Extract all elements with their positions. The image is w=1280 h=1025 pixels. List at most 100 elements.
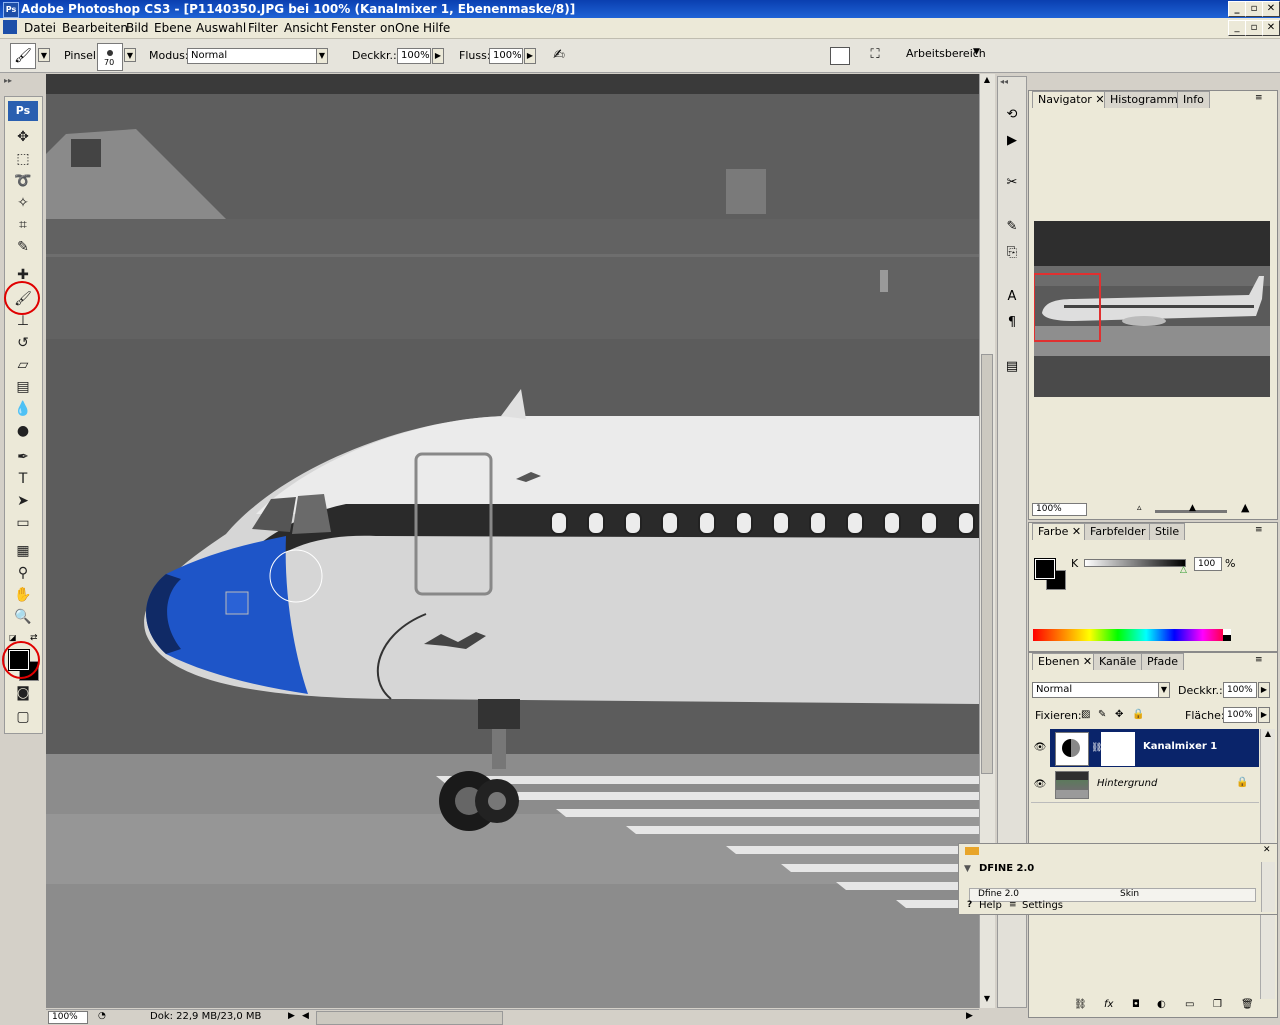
- magic-wand-tool-icon[interactable]: ✧: [11, 193, 35, 213]
- layer-opacity-input[interactable]: 100%: [1223, 682, 1257, 698]
- k-value-input[interactable]: 100: [1194, 557, 1222, 571]
- lock-transparency-icon[interactable]: ▨: [1081, 709, 1090, 720]
- horizontal-scroll-thumb[interactable]: [316, 1011, 503, 1025]
- airbrush-icon[interactable]: ✍: [548, 45, 570, 65]
- bridge-icon[interactable]: ⛶: [864, 45, 886, 65]
- link-layers-icon[interactable]: ⛓: [1074, 999, 1087, 1010]
- delete-layer-icon[interactable]: 🗑: [1241, 999, 1254, 1010]
- menu-bearbeiten[interactable]: Bearbeiten: [62, 21, 128, 35]
- pen-tool-icon[interactable]: ✒: [11, 447, 35, 467]
- color-foreground-swatch[interactable]: [1034, 558, 1056, 580]
- layers-scroll-up-icon[interactable]: ▲: [1261, 729, 1275, 738]
- tab-stile[interactable]: Stile: [1149, 523, 1186, 540]
- dfine-panel-grip-icon[interactable]: [965, 847, 979, 855]
- minimize-button[interactable]: _: [1228, 1, 1246, 17]
- k-slider-handle-icon[interactable]: △: [1180, 565, 1187, 575]
- layer-thumbnail[interactable]: [1055, 771, 1089, 799]
- fill-arrow[interactable]: ▶: [1258, 707, 1270, 723]
- layer-name[interactable]: Hintergrund: [1097, 778, 1157, 789]
- settings-icon[interactable]: ≡: [1009, 900, 1017, 910]
- menu-hilfe[interactable]: Hilfe: [423, 21, 450, 35]
- menu-ebene[interactable]: Ebene: [154, 21, 192, 35]
- clone-source-panel-icon[interactable]: ⎘: [1002, 245, 1022, 265]
- menu-auswahl[interactable]: Auswahl: [196, 21, 246, 35]
- tool-preset-brush-icon[interactable]: 🖌: [10, 43, 36, 69]
- close-button[interactable]: ✕: [1262, 1, 1280, 17]
- tool-presets-panel-icon[interactable]: ✂: [1002, 175, 1022, 195]
- document-icon[interactable]: [3, 20, 17, 34]
- history-panel-icon[interactable]: ⟲: [1002, 107, 1022, 127]
- scroll-down-arrow-icon[interactable]: ▼: [981, 994, 993, 1006]
- help-icon[interactable]: ?: [967, 900, 972, 910]
- dodge-tool-icon[interactable]: ●: [11, 421, 35, 441]
- tool-preset-dropdown[interactable]: ▼: [38, 48, 50, 62]
- tab-navigator[interactable]: Navigator ✕: [1032, 91, 1111, 108]
- blend-mode-dropdown[interactable]: ▼: [1158, 682, 1170, 698]
- dfine-collapse-icon[interactable]: ▼: [964, 864, 971, 874]
- scroll-right-arrow-icon[interactable]: ▶: [966, 1011, 973, 1021]
- tab-pfade[interactable]: Pfade: [1141, 653, 1184, 670]
- add-mask-icon[interactable]: ◘: [1132, 999, 1140, 1010]
- tab-histogramm[interactable]: Histogramm: [1104, 91, 1184, 108]
- zoom-out-icon[interactable]: ▵: [1137, 503, 1142, 513]
- panel-menu-icon[interactable]: ≡: [1255, 93, 1263, 103]
- tab-farbfelder[interactable]: Farbfelder: [1084, 523, 1152, 540]
- menu-bild[interactable]: Bild: [126, 21, 149, 35]
- eraser-tool-icon[interactable]: ▱: [11, 355, 35, 375]
- shape-tool-icon[interactable]: ▭: [11, 513, 35, 533]
- new-adjustment-layer-icon[interactable]: ◐: [1157, 999, 1166, 1010]
- dfine-help-link[interactable]: Help: [979, 900, 1002, 911]
- zoom-in-icon[interactable]: ▲: [1241, 501, 1249, 514]
- layer-visibility-eye-icon[interactable]: 👁: [1030, 768, 1050, 802]
- opacity-slider-arrow[interactable]: ▶: [432, 48, 444, 64]
- marquee-tool-icon[interactable]: ⬚: [11, 149, 35, 169]
- dfine-list-item[interactable]: Dfine 2.0: [978, 889, 1019, 899]
- lock-all-icon[interactable]: 🔒: [1132, 709, 1144, 720]
- new-layer-icon[interactable]: ❐: [1213, 999, 1222, 1010]
- tab-farbe[interactable]: Farbe ✕: [1032, 523, 1088, 540]
- actions-panel-icon[interactable]: ▶: [1002, 133, 1022, 153]
- brush-dropdown[interactable]: ▼: [124, 48, 136, 62]
- flow-input[interactable]: 100%: [489, 48, 523, 64]
- paragraph-panel-icon[interactable]: ¶: [1002, 315, 1022, 335]
- menu-ansicht[interactable]: Ansicht: [284, 21, 328, 35]
- hand-tool-icon[interactable]: ✋: [11, 585, 35, 605]
- vertical-scroll-thumb[interactable]: [981, 354, 993, 774]
- path-selection-tool-icon[interactable]: ➤: [11, 491, 35, 511]
- eyedropper-tool-icon[interactable]: ⚲: [11, 563, 35, 583]
- doc-restore-button[interactable]: ▫: [1245, 20, 1263, 36]
- zoom-slider-handle-icon[interactable]: ▲: [1189, 503, 1196, 513]
- ps-logo[interactable]: Ps: [8, 101, 38, 121]
- layer-opacity-arrow[interactable]: ▶: [1258, 682, 1270, 698]
- flow-slider-arrow[interactable]: ▶: [524, 48, 536, 64]
- dfine-close-icon[interactable]: ✕: [1263, 845, 1271, 855]
- palette-well-icon[interactable]: [830, 47, 850, 65]
- mode-select[interactable]: Normal: [187, 48, 317, 64]
- zoom-tool-icon[interactable]: 🔍: [11, 607, 35, 627]
- layer-mask-thumbnail[interactable]: [1101, 732, 1135, 766]
- layer-visibility-eye-icon[interactable]: 👁: [1030, 729, 1050, 767]
- brush-preview[interactable]: 70: [97, 43, 123, 71]
- layers-panel-menu-icon[interactable]: ≡: [1255, 655, 1263, 665]
- history-brush-tool-icon[interactable]: ↺: [11, 333, 35, 353]
- mode-dropdown-arrow[interactable]: ▼: [316, 48, 328, 64]
- type-tool-icon[interactable]: T: [11, 469, 35, 489]
- new-group-icon[interactable]: ▭: [1185, 999, 1194, 1010]
- menu-fenster[interactable]: Fenster: [331, 21, 376, 35]
- fill-input[interactable]: 100%: [1223, 707, 1257, 723]
- crop-tool-icon[interactable]: ⌗: [11, 215, 35, 235]
- menu-datei[interactable]: Datei: [24, 21, 56, 35]
- tab-ebenen[interactable]: Ebenen ✕: [1032, 653, 1099, 670]
- doc-close-button[interactable]: ✕: [1262, 20, 1280, 36]
- layer-row-kanalmixer[interactable]: 👁 ⛓ Kanalmixer 1: [1030, 729, 1259, 767]
- navigator-thumbnail[interactable]: [1034, 221, 1270, 397]
- scroll-up-arrow-icon[interactable]: ▲: [981, 75, 993, 87]
- layer-style-icon[interactable]: fx: [1104, 999, 1113, 1010]
- navigator-zoom-input[interactable]: 100%: [1032, 503, 1087, 516]
- color-ramp[interactable]: [1033, 629, 1231, 641]
- gradient-tool-icon[interactable]: ▤: [11, 377, 35, 397]
- status-menu-arrow-icon[interactable]: ▶: [288, 1011, 295, 1021]
- color-ramp-black[interactable]: [1223, 635, 1231, 641]
- quick-mask-icon[interactable]: ◙: [11, 683, 35, 703]
- tab-kanaele[interactable]: Kanäle: [1093, 653, 1143, 670]
